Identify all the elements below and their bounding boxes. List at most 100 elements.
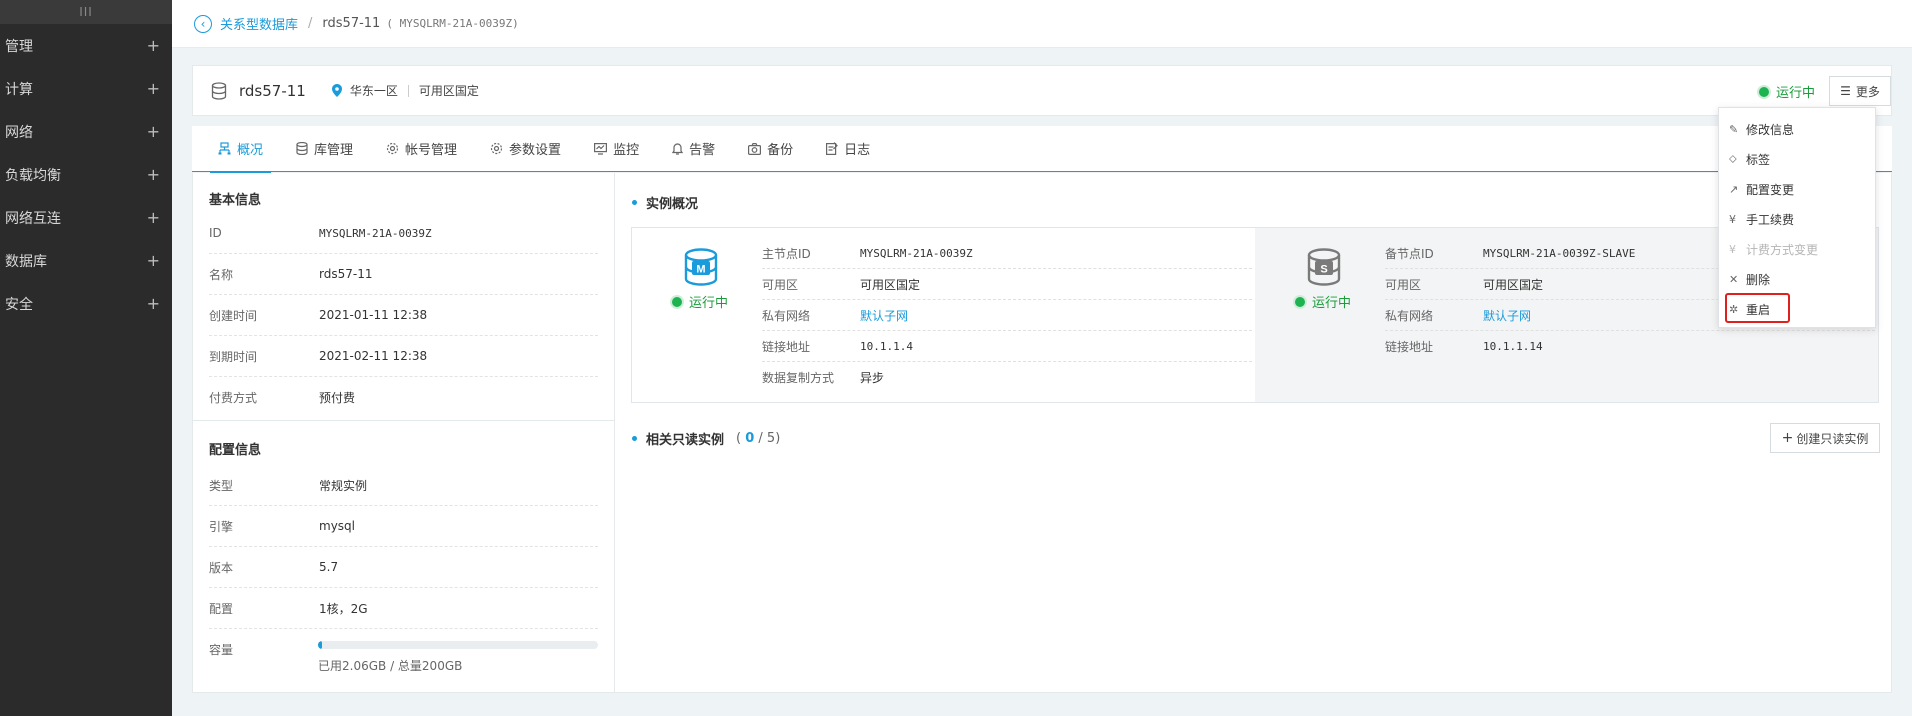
slave-db-icon: S <box>1307 248 1341 290</box>
overview-icon <box>218 142 231 155</box>
capacity-value: 已用2.06GB / 总量200GB <box>318 641 598 674</box>
info-row-id: ID MYSQLRM-21A-0039Z <box>209 213 598 254</box>
tab-label: 概况 <box>237 143 264 158</box>
slave-row-address: 链接地址 10.1.1.14 <box>1385 331 1875 362</box>
node-key: 链接地址 <box>762 339 811 354</box>
tab-overview[interactable]: 概况 <box>209 126 272 173</box>
master-row-replication: 数据复制方式 异步 <box>762 362 1252 393</box>
overview-column: 实例概况 M 运行中 主节点ID MYSQLRM-21A-0039Z 可用区 可用区… <box>616 173 1893 693</box>
menu-item-label: 标签 <box>1746 152 1771 167</box>
instance-overview-box: M 运行中 主节点ID MYSQLRM-21A-0039Z 可用区 可用区国定 私有… <box>631 227 1879 403</box>
tab-log[interactable]: 日志 <box>826 126 870 172</box>
node-key: 私有网络 <box>1385 308 1434 323</box>
readonly-count-open: ( <box>736 430 742 446</box>
readonly-title-text: 相关只读实例 <box>646 432 725 448</box>
node-key: 主节点ID <box>762 246 811 261</box>
info-value: 1核，2G <box>319 601 368 616</box>
slave-status-badge: 运行中 <box>1295 292 1351 311</box>
breadcrumb-separator: / <box>308 16 313 31</box>
tab-label: 参数设置 <box>509 143 562 158</box>
sidebar-item-compute[interactable]: 计算 + <box>0 67 172 110</box>
tab-parameters[interactable]: 参数设置 <box>490 126 561 172</box>
config-info: 配置信息 类型 常规实例 引擎 mysql 版本 5.7 配置 1核，2G 容量 已用2… <box>193 420 614 689</box>
menu-item-manual-renew[interactable]: ¥ 手工续费 <box>1719 204 1875 234</box>
plus-icon: + <box>146 122 160 141</box>
master-node: M 运行中 主节点ID MYSQLRM-21A-0039Z 可用区 可用区国定 私有… <box>632 228 1255 402</box>
plus-icon: + <box>146 79 160 98</box>
sidebar-collapse-handle[interactable]: III <box>0 0 172 24</box>
tab-db-management[interactable]: 库管理 <box>296 126 353 172</box>
config-row-spec: 配置 1核，2G <box>209 588 598 629</box>
node-key: 可用区 <box>762 277 799 292</box>
menu-item-label: 修改信息 <box>1746 122 1795 137</box>
tab-backup[interactable]: 备份 <box>748 126 793 172</box>
readonly-count-total: / 5) <box>758 430 781 446</box>
running-dot-icon <box>672 296 682 307</box>
sidebar-item-interconnect[interactable]: 网络互连 + <box>0 196 172 239</box>
node-value: 可用区国定 <box>1483 277 1544 292</box>
create-readonly-button[interactable]: + 创建只读实例 <box>1770 423 1880 453</box>
slave-subnet-link[interactable]: 默认子网 <box>1483 307 1531 324</box>
menu-item-delete[interactable]: ✕ 删除 <box>1719 264 1875 294</box>
zone-label: 可用区国定 <box>418 84 479 98</box>
sidebar-handle-glyph: III <box>79 5 93 19</box>
info-column: 基本信息 ID MYSQLRM-21A-0039Z 名称 rds57-11 创建时间… <box>193 173 615 693</box>
sidebar-item-manage[interactable]: 管理 + <box>0 24 172 67</box>
config-row-version: 版本 5.7 <box>209 547 598 588</box>
bell-icon <box>672 142 684 155</box>
info-key: 名称 <box>209 267 234 282</box>
close-icon: ✕ <box>1729 272 1739 286</box>
menu-item-edit-info[interactable]: ✎ 修改信息 <box>1719 114 1875 144</box>
plus-icon: + <box>146 294 160 313</box>
menu-item-tags[interactable]: ⬦ 标签 <box>1719 144 1875 174</box>
master-row-id: 主节点ID MYSQLRM-21A-0039Z <box>762 238 1252 269</box>
info-key: 类型 <box>209 478 234 493</box>
sidebar-item-label: 计算 <box>5 81 33 98</box>
tab-account-management[interactable]: 帐号管理 <box>386 126 457 172</box>
breadcrumb-current: rds57-11 <box>322 16 381 31</box>
instance-header: rds57-11 华东一区 可用区国定 运行中 ☰ 更多 <box>192 65 1892 116</box>
info-key: ID <box>209 226 222 240</box>
tab-alarm[interactable]: 告警 <box>672 126 715 172</box>
menu-lines-icon: ☰ <box>1840 84 1851 98</box>
info-key: 配置 <box>209 601 234 616</box>
sidebar-item-load-balancing[interactable]: 负载均衡 + <box>0 153 172 196</box>
menu-item-label: 删除 <box>1746 272 1771 287</box>
monitor-icon <box>594 142 608 155</box>
info-value: 5.7 <box>319 560 339 574</box>
database-icon <box>296 142 308 155</box>
sidebar-item-label: 网络互连 <box>5 210 61 227</box>
sidebar-item-database[interactable]: 数据库 + <box>0 239 172 282</box>
config-row-capacity: 容量 已用2.06GB / 总量200GB <box>209 629 598 689</box>
sidebar-item-network[interactable]: 网络 + <box>0 110 172 153</box>
running-dot-icon <box>1295 296 1305 307</box>
master-subnet-link[interactable]: 默认子网 <box>860 307 908 324</box>
info-value: 预付费 <box>319 391 356 405</box>
info-row-created: 创建时间 2021-01-11 12:38 <box>209 295 598 336</box>
info-key: 引擎 <box>209 519 234 534</box>
breadcrumb-parent-link[interactable]: 关系型数据库 <box>220 14 298 33</box>
more-button[interactable]: ☰ 更多 <box>1829 76 1891 106</box>
log-icon <box>826 142 838 155</box>
tab-monitor[interactable]: 监控 <box>594 126 639 172</box>
menu-item-config-change[interactable]: ↗ 配置变更 <box>1719 174 1875 204</box>
config-row-type: 类型 常规实例 <box>209 465 598 506</box>
sidebar-item-label: 管理 <box>5 38 33 55</box>
menu-item-label: 计费方式变更 <box>1746 242 1819 257</box>
region-divider <box>407 84 409 97</box>
info-key: 容量 <box>209 643 234 657</box>
info-value: mysql <box>319 519 355 533</box>
back-icon[interactable]: ‹ <box>194 14 212 33</box>
main-panel: 基本信息 ID MYSQLRM-21A-0039Z 名称 rds57-11 创建时间… <box>192 173 1892 693</box>
capacity-text: 已用2.06GB / 总量200GB <box>318 659 463 673</box>
readonly-count: ( 0 / 5) <box>736 431 780 446</box>
menu-item-label: 配置变更 <box>1746 182 1795 197</box>
plus-icon: + <box>1781 430 1794 446</box>
sidebar-item-label: 安全 <box>5 296 33 313</box>
tab-label: 备份 <box>767 143 794 158</box>
sidebar-item-label: 网络 <box>5 124 33 141</box>
sidebar-item-security[interactable]: 安全 + <box>0 282 172 325</box>
master-status-text: 运行中 <box>689 296 729 311</box>
sidebar-item-label: 负载均衡 <box>5 167 61 184</box>
breadcrumb-instance-id: ( MYSQLRM-21A-0039Z) <box>386 17 519 30</box>
